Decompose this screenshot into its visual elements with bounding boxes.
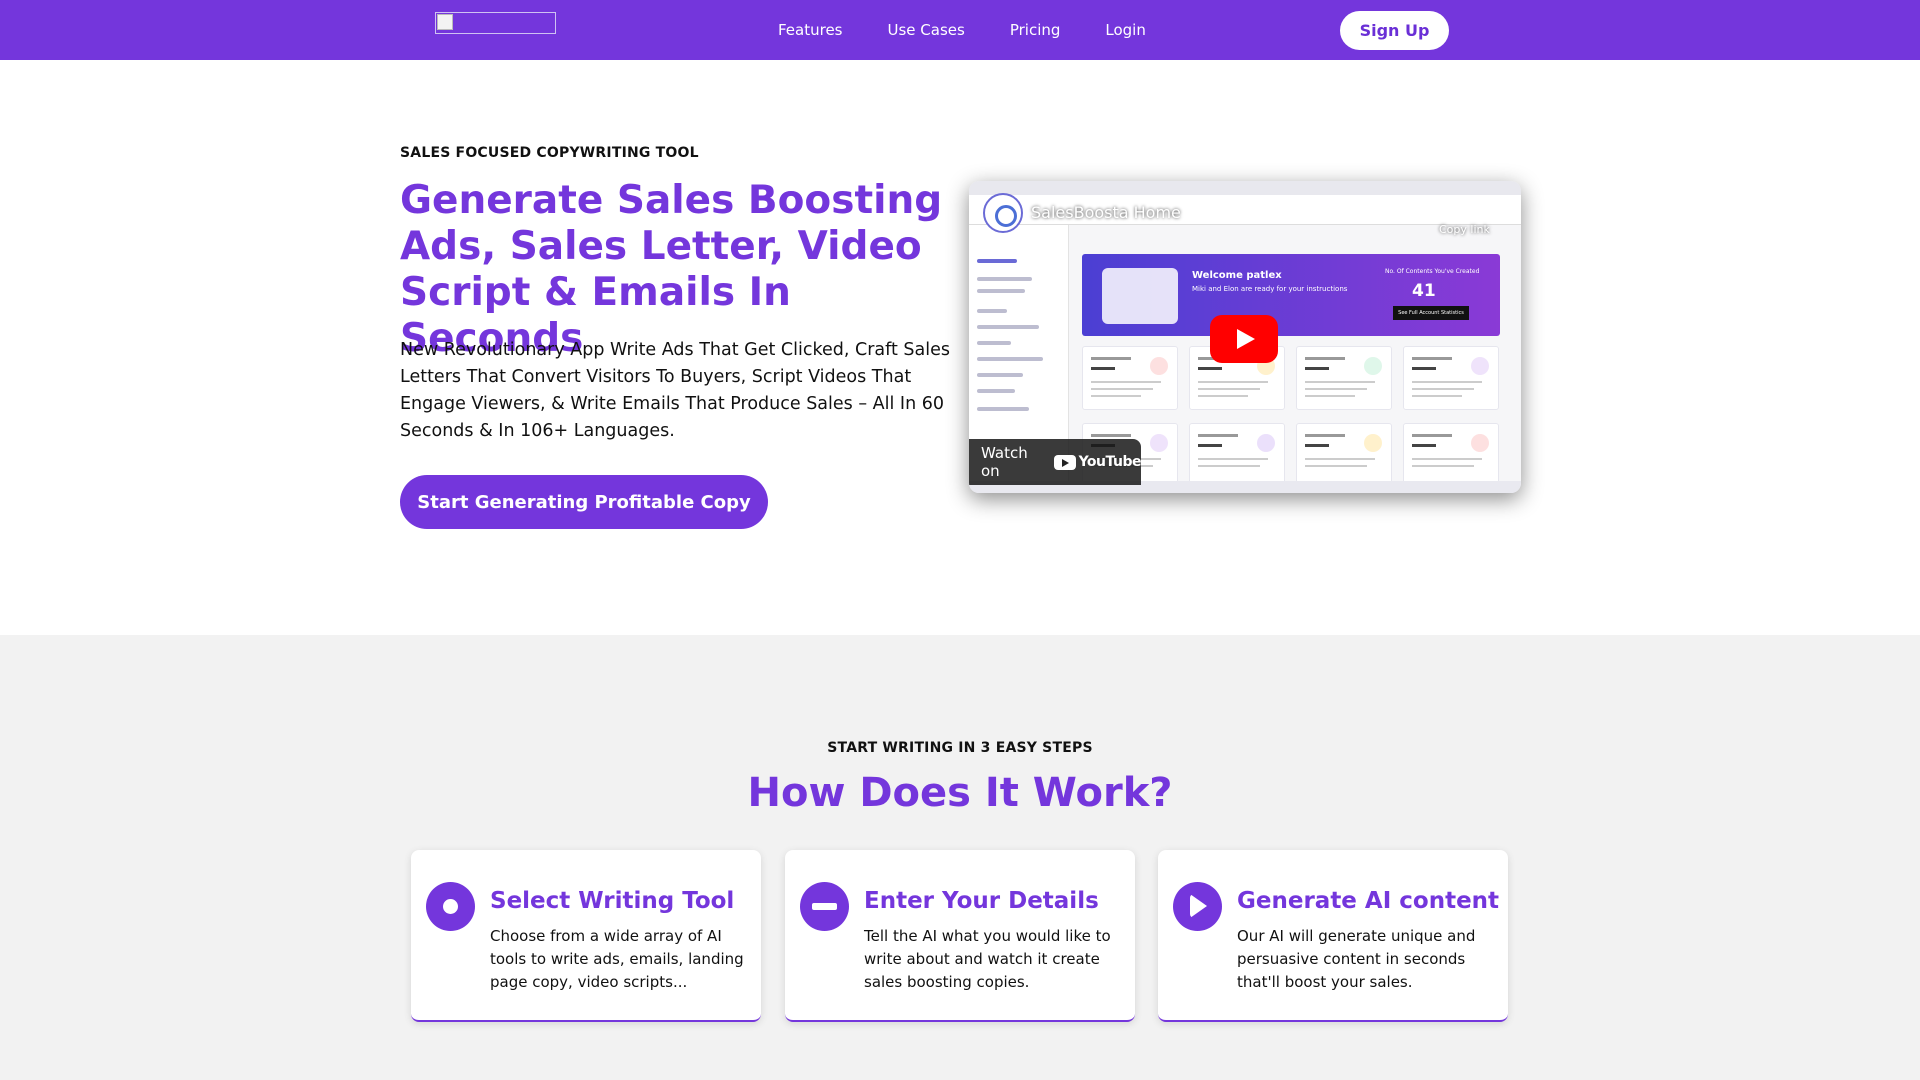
step-title: Generate AI content — [1237, 888, 1500, 914]
video-title[interactable]: SalesBoosta Home — [1031, 203, 1181, 222]
nav-link-features[interactable]: Features — [778, 21, 843, 39]
copy-link-label[interactable]: Copy link — [1439, 223, 1490, 236]
hero-eyebrow: SALES FOCUSED COPYWRITING TOOL — [400, 145, 699, 161]
youtube-wordmark: YouTube — [1078, 454, 1142, 470]
video-screen-card — [1082, 346, 1178, 410]
youtube-video-embed[interactable]: Welcome patlex Miki and Elon are ready f… — [969, 181, 1521, 493]
broken-image-icon — [437, 14, 453, 30]
how-title: How Does It Work? — [747, 770, 1173, 816]
nav-links: Features Use Cases Pricing Login — [778, 0, 1191, 60]
nav-link-use-cases[interactable]: Use Cases — [888, 21, 965, 39]
hero-title: Generate Sales Boosting Ads, Sales Lette… — [400, 178, 943, 361]
sign-up-button[interactable]: Sign Up — [1340, 11, 1449, 50]
video-screen-contents-count: 41 — [1412, 281, 1436, 301]
video-screen-contents-label: No. Of Contents You've Created — [1385, 268, 1480, 275]
video-screen-welcome-banner: Welcome patlex Miki and Elon are ready f… — [1082, 254, 1500, 336]
play-circle-icon — [1173, 882, 1222, 931]
channel-avatar-icon[interactable] — [983, 193, 1023, 233]
video-screen-card — [1189, 423, 1285, 487]
copy-link-icon[interactable] — [1458, 197, 1474, 215]
youtube-logo: YouTube — [1053, 454, 1142, 470]
video-screen-welcome: Welcome patlex — [1192, 270, 1282, 281]
nav-link-pricing[interactable]: Pricing — [1010, 21, 1061, 39]
step-description: Choose from a wide array of AI tools to … — [490, 927, 744, 991]
minus-circle-icon — [800, 882, 849, 931]
step-description: Tell the AI what you would like to write… — [864, 927, 1111, 991]
video-screen-stats-button: See Full Account Statistics — [1393, 306, 1469, 320]
how-eyebrow: START WRITING IN 3 EASY STEPS — [827, 740, 1093, 756]
video-screen-card — [1403, 423, 1499, 487]
watch-on-youtube-button[interactable]: Watch on YouTube — [969, 439, 1142, 485]
video-screen-subtitle: Miki and Elon are ready for your instruc… — [1192, 285, 1348, 293]
step-description: Our AI will generate unique and persuasi… — [1237, 927, 1476, 991]
circle-dot-icon — [426, 882, 475, 931]
video-screen-card — [1403, 346, 1499, 410]
nav-link-login[interactable]: Login — [1105, 21, 1145, 39]
step-title: Enter Your Details — [864, 888, 1099, 914]
step-card-enter-details: Enter Your Details Tell the AI what you … — [785, 850, 1135, 1022]
video-screen-card — [1296, 423, 1392, 487]
play-button[interactable] — [1210, 315, 1278, 363]
how-it-works-section: START WRITING IN 3 EASY STEPS How Does I… — [0, 635, 1920, 1080]
people-illustration-icon — [1102, 268, 1178, 324]
start-generating-button[interactable]: Start Generating Profitable Copy — [400, 475, 768, 529]
video-screen-tabbar — [969, 181, 1521, 195]
youtube-play-icon — [1053, 454, 1076, 470]
hero-description: New Revolutionary App Write Ads That Get… — [400, 340, 950, 441]
step-title: Select Writing Tool — [490, 888, 735, 914]
watch-on-label: Watch on — [981, 444, 1028, 480]
step-card-select-tool: Select Writing Tool Choose from a wide a… — [411, 850, 761, 1022]
video-screen-card — [1296, 346, 1392, 410]
step-card-generate-content: Generate AI content Our AI will generate… — [1158, 850, 1508, 1022]
top-navbar: Features Use Cases Pricing Login Sign Up — [0, 0, 1920, 60]
logo-image[interactable] — [435, 12, 556, 34]
